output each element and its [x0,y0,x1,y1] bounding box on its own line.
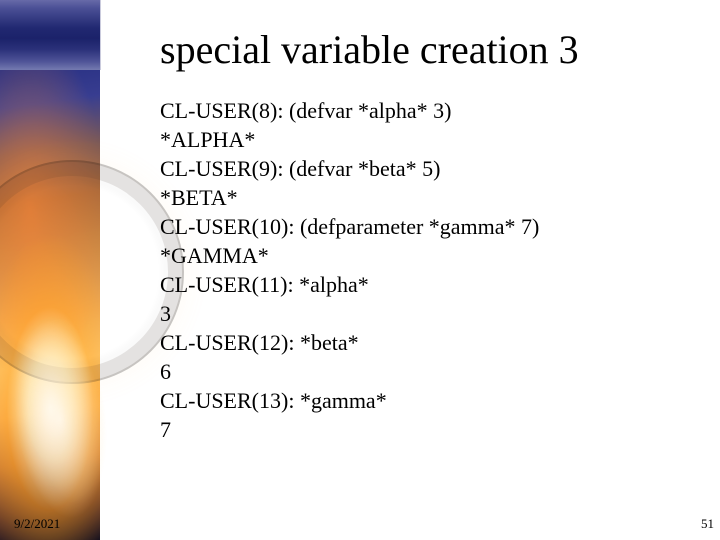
repl-line: 3 [160,299,539,328]
repl-line: 6 [160,357,539,386]
repl-line: CL-USER(11): *alpha* [160,270,539,299]
repl-line: CL-USER(9): (defvar *beta* 5) [160,154,539,183]
repl-line: CL-USER(10): (defparameter *gamma* 7) [160,212,539,241]
divider-line [100,0,101,70]
repl-line: CL-USER(13): *gamma* [160,386,539,415]
slide-title: special variable creation 3 [160,28,579,72]
repl-line: *BETA* [160,183,539,212]
abstract-photo [0,70,100,540]
repl-line: *ALPHA* [160,125,539,154]
repl-line: CL-USER(8): (defvar *alpha* 3) [160,96,539,125]
blue-header-box [0,0,100,71]
repl-transcript: CL-USER(8): (defvar *alpha* 3) *ALPHA* C… [160,96,539,444]
repl-line: 7 [160,415,539,444]
footer-date: 9/2/2021 [14,516,60,532]
footer-page-number: 51 [701,516,714,532]
left-decorative-strip [0,0,100,540]
repl-line: *GAMMA* [160,241,539,270]
repl-line: CL-USER(12): *beta* [160,328,539,357]
